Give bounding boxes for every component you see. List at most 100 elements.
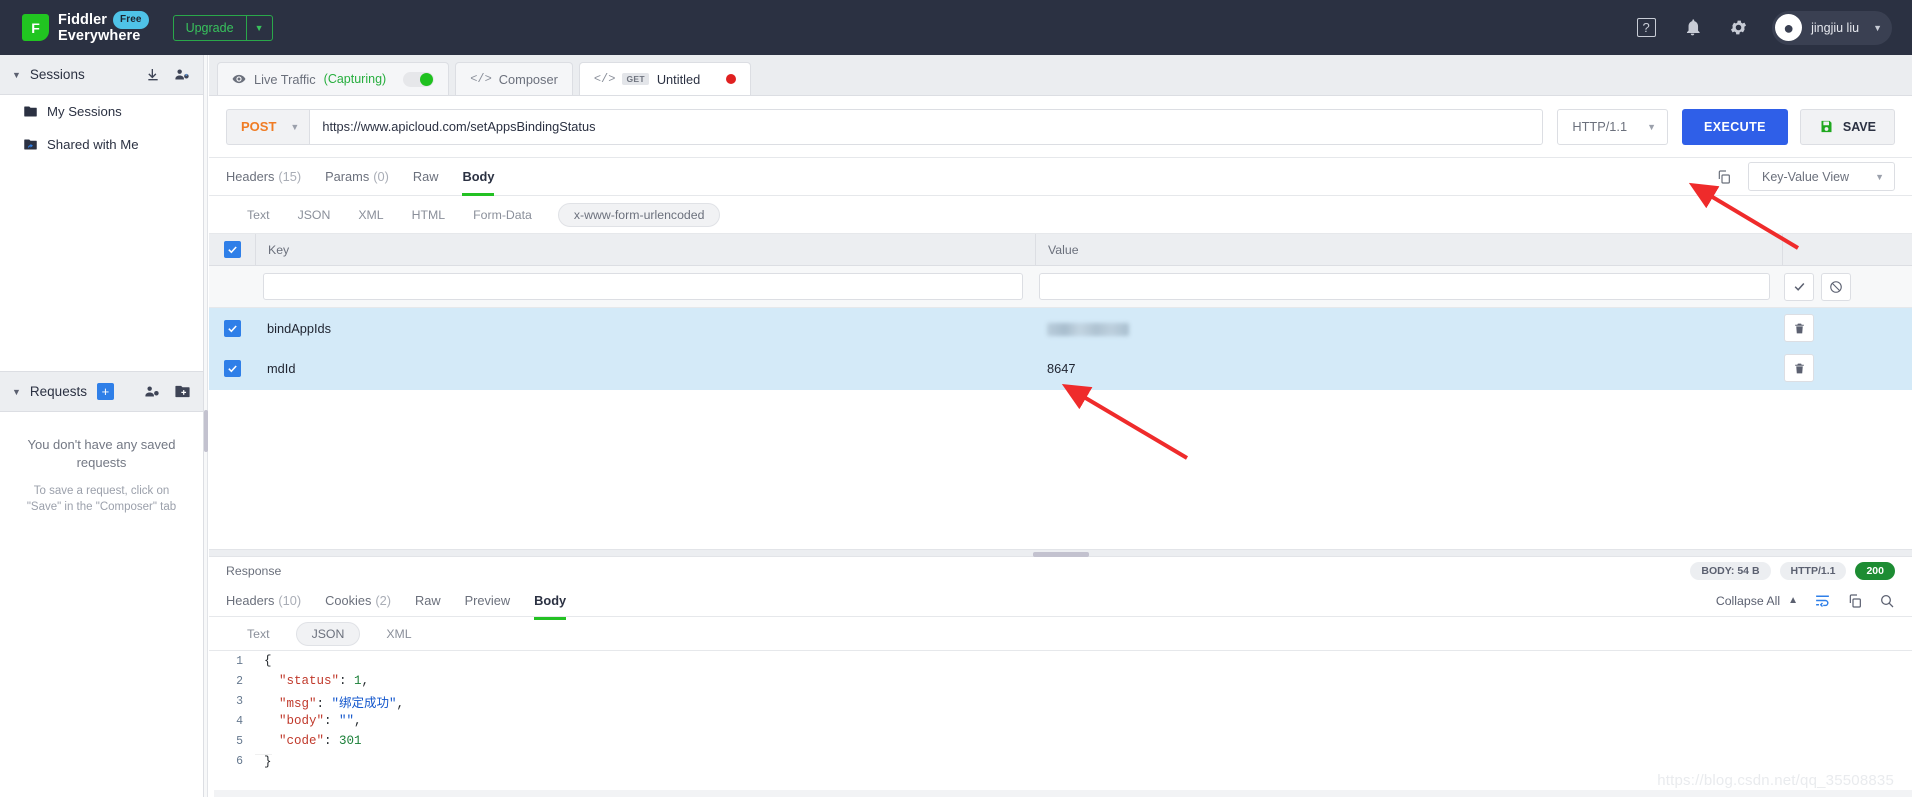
confirm-check-icon[interactable] <box>1784 272 1814 301</box>
url-input[interactable] <box>309 108 1544 145</box>
row-checkbox[interactable] <box>223 319 241 337</box>
new-key-input[interactable] <box>263 273 1023 300</box>
response-tab-cookies[interactable]: Cookies (2) <box>325 582 391 620</box>
json-token: { <box>264 654 272 668</box>
copy-icon[interactable] <box>1716 169 1732 185</box>
request-body-kv-table: Key Value bindAppIds mdId 8647 <box>209 233 1912 549</box>
sidebar-item-label: My Sessions <box>47 104 122 119</box>
chevron-down-icon[interactable]: ▼ <box>12 70 21 80</box>
copy-icon[interactable] <box>1847 593 1863 609</box>
unsaved-indicator-dot <box>726 74 737 84</box>
sidebar-item-shared-with-me[interactable]: Shared with Me <box>0 128 203 161</box>
cancel-forbidden-icon[interactable] <box>1821 272 1851 301</box>
sidebar-sessions-title: Sessions <box>29 67 85 82</box>
chevron-down-icon: ▼ <box>1875 171 1884 182</box>
save-button[interactable]: SAVE <box>1799 108 1895 145</box>
response-format-xml[interactable]: XML <box>384 623 413 645</box>
http-version-value: HTTP/1.1 <box>1572 119 1628 134</box>
view-mode-value: Key-Value View <box>1761 169 1850 184</box>
json-line: 5 "code": 301 <box>209 731 1912 751</box>
table-row[interactable]: mdId 8647 <box>209 348 1912 388</box>
row-key: bindAppIds <box>267 320 332 336</box>
json-line: 2 "status": 1, <box>209 671 1912 691</box>
tab-label: Cookies <box>325 593 372 608</box>
add-request-icon[interactable]: + <box>96 383 114 400</box>
sidebar-section-sessions[interactable]: ▼ Sessions <box>0 55 203 95</box>
response-format-text[interactable]: Text <box>245 623 272 645</box>
table-row[interactable]: bindAppIds <box>209 308 1912 348</box>
json-code: "status": 1, <box>255 674 369 688</box>
avatar: ● <box>1775 14 1803 41</box>
delete-row-icon[interactable] <box>1784 354 1814 382</box>
json-token: : <box>339 674 355 688</box>
bell-icon[interactable] <box>1674 10 1710 46</box>
json-token: , <box>354 714 362 728</box>
gear-icon[interactable] <box>1720 10 1756 46</box>
request-tab-headers[interactable]: Headers (15) <box>226 158 301 196</box>
sidebar-item-my-sessions[interactable]: My Sessions <box>0 95 203 128</box>
vertical-splitter[interactable] <box>204 55 208 797</box>
view-mode-selector[interactable]: Key-Value View ▼ <box>1747 162 1895 191</box>
help-icon[interactable]: ? <box>1628 10 1664 46</box>
upgrade-button[interactable]: Upgrade <box>174 16 246 40</box>
capture-toggle[interactable] <box>403 71 435 87</box>
chevron-down-icon[interactable]: ▼ <box>245 15 272 40</box>
delete-row-icon[interactable] <box>1784 314 1814 342</box>
request-tab-raw[interactable]: Raw <box>413 158 439 196</box>
word-wrap-icon[interactable] <box>1814 592 1831 609</box>
response-tab-raw[interactable]: Raw <box>415 582 441 620</box>
chevron-down-icon[interactable]: ▼ <box>12 387 21 397</box>
body-format-form-data[interactable]: Form-Data <box>471 204 534 226</box>
json-token: "" <box>339 714 355 728</box>
response-tab-headers[interactable]: Headers (10) <box>226 582 301 620</box>
code-icon: </> <box>470 72 492 86</box>
horizontal-scrollbar[interactable] <box>214 790 1912 797</box>
json-token: , <box>361 674 370 688</box>
json-token: 1 <box>354 674 362 688</box>
body-format-json[interactable]: JSON <box>296 204 333 226</box>
json-token: "msg" <box>264 696 317 711</box>
new-folder-icon[interactable] <box>174 383 191 400</box>
status-badge: 200 <box>1855 562 1895 580</box>
execute-button[interactable]: EXECUTE <box>1682 108 1788 145</box>
json-token: : <box>316 696 332 711</box>
body-format-text[interactable]: Text <box>245 204 272 226</box>
column-header-key: Key <box>268 242 290 257</box>
splitter-grip[interactable] <box>204 410 208 452</box>
request-tab-body[interactable]: Body <box>462 158 495 196</box>
body-format-x-www-form-urlencoded[interactable]: x-www-form-urlencoded <box>557 202 721 227</box>
sidebar-section-requests[interactable]: ▼ Requests + <box>0 372 203 412</box>
row-checkbox[interactable] <box>223 359 241 377</box>
fiddler-logo-icon: F <box>22 14 49 41</box>
share-sessions-icon[interactable] <box>174 66 191 83</box>
user-menu[interactable]: ● jingjiu liu ▼ <box>1772 10 1892 45</box>
tab-label: Body <box>462 169 495 184</box>
http-version-badge: HTTP/1.1 <box>1779 562 1847 580</box>
response-format-json[interactable]: JSON <box>295 621 361 646</box>
response-tools: Collapse All ▲ <box>1716 592 1895 609</box>
tab-live-traffic[interactable]: Live Traffic (Capturing) <box>217 62 450 95</box>
response-json-viewer[interactable]: 1 { 2 "status": 1, 3 "msg": "绑定成功", 4 "b… <box>209 651 1912 793</box>
horizontal-splitter[interactable] <box>209 549 1912 557</box>
response-tab-body[interactable]: Body <box>534 582 567 620</box>
tab-untitled[interactable]: </> GET Untitled <box>578 62 752 95</box>
response-tab-preview[interactable]: Preview <box>465 582 511 620</box>
share-requests-icon[interactable] <box>144 383 161 400</box>
new-value-input[interactable] <box>1039 273 1770 300</box>
request-tab-params[interactable]: Params (0) <box>325 158 389 196</box>
http-method-selector[interactable]: POST ▼ <box>226 108 310 145</box>
tab-count: (15) <box>278 169 302 184</box>
tab-composer[interactable]: </> Composer <box>455 62 573 95</box>
json-line: 1 { <box>209 651 1912 671</box>
collapse-all-button[interactable]: Collapse All ▲ <box>1716 594 1798 608</box>
brand-line2: Everywhere <box>58 28 141 44</box>
http-version-selector[interactable]: HTTP/1.1 ▼ <box>1557 108 1669 145</box>
import-sessions-icon[interactable] <box>145 67 161 83</box>
body-format-xml[interactable]: XML <box>356 204 385 226</box>
free-badge: Free <box>113 11 149 29</box>
body-format-html[interactable]: HTML <box>410 204 447 226</box>
select-all-checkbox[interactable] <box>223 241 241 258</box>
search-icon[interactable] <box>1879 593 1895 609</box>
json-token: "绑定成功" <box>331 696 397 711</box>
